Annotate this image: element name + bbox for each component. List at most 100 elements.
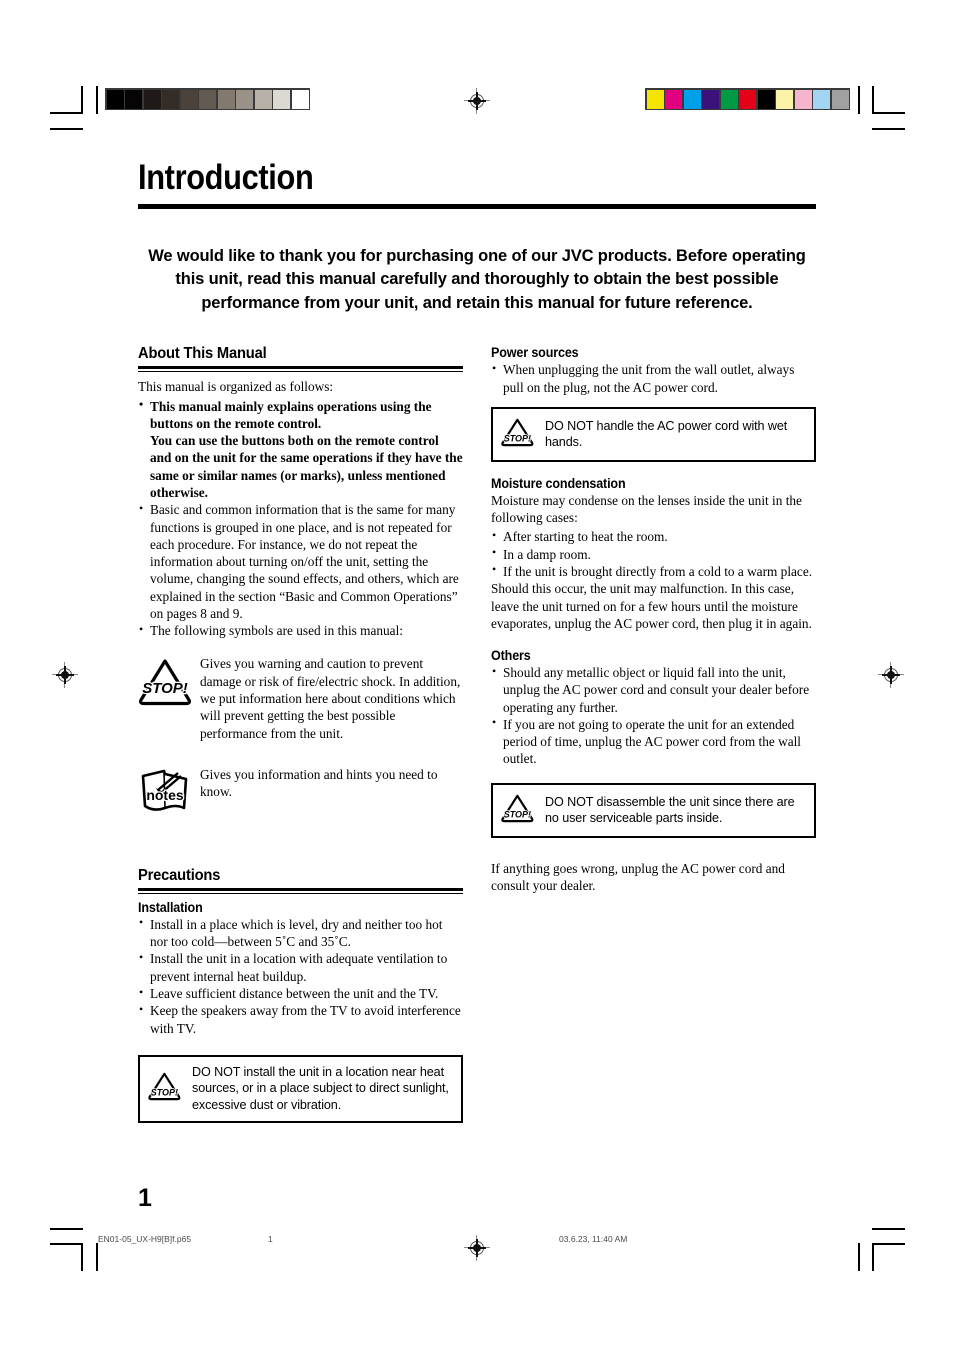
grayscale-patch-3 xyxy=(162,89,179,109)
moisture-bullet-list: After starting to heat the room. In a da… xyxy=(491,528,816,580)
list-item: Install in a place which is level, dry a… xyxy=(138,915,463,951)
stop-warning-icon: STOP! xyxy=(146,1070,192,1107)
color-patch-6 xyxy=(757,89,775,109)
lead-paragraph: We would like to thank you for purchasin… xyxy=(148,247,806,312)
color-patch-9 xyxy=(813,89,830,109)
about-this-manual-heading: About This Manual xyxy=(138,345,267,363)
page-title: Introduction xyxy=(138,158,314,197)
precautions-heading: Precautions xyxy=(138,866,221,884)
installation-subheading: Installation xyxy=(138,899,203,915)
page-number: 1 xyxy=(138,1184,152,1212)
stop-warning-icon: STOP! xyxy=(499,792,545,829)
list-item: Basic and common information that is the… xyxy=(138,501,463,622)
registration-target-icon-left xyxy=(52,662,78,688)
footer-filename: EN01-05_UX-H9[B]f.p65 xyxy=(98,1234,192,1244)
grayscale-patch-4 xyxy=(180,89,198,109)
svg-text:STOP!: STOP! xyxy=(142,680,188,697)
two-column-layout: About This Manual This manual is organiz… xyxy=(138,345,816,1123)
registration-target-icon-right xyxy=(878,662,904,688)
list-item: Leave sufficient distance between the un… xyxy=(138,985,463,1002)
title-rule xyxy=(138,204,816,209)
crop-mark-bottom-right-vertical xyxy=(872,1243,874,1271)
closing-text: If anything goes wrong, unplug the AC po… xyxy=(491,860,785,894)
svg-text:STOP!: STOP! xyxy=(504,809,531,819)
others-bullet-list: Should any metallic object or liquid fal… xyxy=(491,664,816,768)
list-item: If the unit is brought directly from a c… xyxy=(491,562,816,580)
moisture-intro-text: Moisture may condense on the lenses insi… xyxy=(491,492,802,526)
others-subheading: Others xyxy=(491,648,531,664)
crop-mark-top-left-horizontal xyxy=(50,112,83,114)
crop-mark-bottom-right-horizontal xyxy=(872,1243,905,1245)
color-patch-3 xyxy=(702,89,719,109)
list-item: Should any metallic object or liquid fal… xyxy=(491,664,816,716)
caution-box-others: STOP! DO NOT disassemble the unit since … xyxy=(491,782,816,838)
color-patch-8 xyxy=(794,89,812,109)
grayscale-patch-7 xyxy=(236,89,253,109)
color-calibration-strip xyxy=(645,88,850,110)
notes-icon: notes xyxy=(138,764,200,823)
symbol-legend-notes: notes Gives you information and hints yo… xyxy=(138,764,463,823)
svg-text:STOP!: STOP! xyxy=(151,1088,178,1098)
grayscale-patch-0 xyxy=(106,89,124,109)
grayscale-patch-2 xyxy=(143,89,161,109)
color-patch-10 xyxy=(831,89,849,109)
color-patch-5 xyxy=(739,89,756,109)
caution-box-others-text: DO NOT disassemble the unit since there … xyxy=(545,794,795,826)
grayscale-patch-5 xyxy=(199,89,216,109)
installation-bullet-list: Install in a place which is level, dry a… xyxy=(138,915,463,1037)
moisture-condensation-subheading: Moisture condensation xyxy=(491,475,626,491)
registration-target-icon-top xyxy=(464,88,490,114)
about-bullet-list: This manual mainly explains operations u… xyxy=(138,397,463,640)
power-sources-bullet-list: When unplugging the unit from the wall o… xyxy=(491,361,816,396)
grayscale-calibration-strip xyxy=(105,88,310,110)
list-item: When unplugging the unit from the wall o… xyxy=(491,361,816,396)
svg-text:STOP!: STOP! xyxy=(504,433,531,443)
crop-mark-bottom-right-bleed xyxy=(872,1228,905,1230)
caution-box-installation-text: DO NOT install the unit in a location ne… xyxy=(192,1064,449,1113)
left-column: About This Manual This manual is organiz… xyxy=(138,345,463,1123)
footer-timestamp: 03.6.23, 11:40 AM xyxy=(559,1234,628,1244)
crop-mark-top-right-bleed xyxy=(872,128,905,130)
crop-mark-bottom-left-horizontal xyxy=(50,1243,83,1245)
svg-text:notes: notes xyxy=(146,787,184,803)
crop-mark-top-left-vertical xyxy=(81,86,83,114)
crop-mark-top-right-inner-vertical xyxy=(872,86,874,114)
crop-mark-top-left-bleed xyxy=(50,128,83,130)
caution-box-power-sources-text: DO NOT handle the AC power cord with wet… xyxy=(545,418,788,450)
page-content: Introduction We would like to thank you … xyxy=(138,160,816,1123)
crop-mark-top-right-vertical xyxy=(858,86,860,114)
grayscale-patch-1 xyxy=(125,89,142,109)
list-item: If you are not going to operate the unit… xyxy=(491,715,816,768)
list-item: This manual mainly explains operations u… xyxy=(138,397,463,502)
color-patch-4 xyxy=(720,89,738,109)
symbol-legend-stop-text: Gives you warning and caution to prevent… xyxy=(200,656,461,741)
moisture-outro-text: Should this occur, the unit may malfunct… xyxy=(491,581,812,631)
crop-mark-top-right-horizontal xyxy=(872,112,905,114)
symbol-legend-stop: STOP! Gives you warning and caution to p… xyxy=(138,653,463,741)
stop-warning-icon: STOP! xyxy=(499,416,545,453)
caution-box-installation: STOP! DO NOT install the unit in a locat… xyxy=(138,1054,463,1123)
grayscale-patch-10 xyxy=(291,89,309,109)
registration-target-icon-bottom xyxy=(464,1235,490,1261)
stop-warning-icon: STOP! xyxy=(138,653,200,712)
crop-mark-bottom-right-inner xyxy=(858,1243,860,1271)
list-item: Keep the speakers away from the TV to av… xyxy=(138,1002,463,1037)
color-patch-2 xyxy=(683,89,701,109)
right-column: Power sources When unplugging the unit f… xyxy=(491,345,816,1122)
crop-mark-bottom-left-vertical xyxy=(81,1243,83,1271)
color-patch-0 xyxy=(646,89,664,109)
color-patch-1 xyxy=(665,89,682,109)
grayscale-patch-6 xyxy=(217,89,235,109)
crop-mark-bottom-left-inner xyxy=(96,1243,98,1271)
symbol-legend-notes-text: Gives you information and hints you need… xyxy=(200,766,438,800)
crop-mark-top-left-inner xyxy=(96,86,98,114)
list-item: In a damp room. xyxy=(491,545,816,563)
color-patch-7 xyxy=(776,89,793,109)
list-item: The following symbols are used in this m… xyxy=(138,622,463,639)
footer-page-label: 1 xyxy=(268,1234,273,1244)
list-item: After starting to heat the room. xyxy=(491,528,816,545)
grayscale-patch-8 xyxy=(254,89,272,109)
about-intro-text: This manual is organized as follows: xyxy=(138,379,334,395)
caution-box-power-sources: STOP! DO NOT handle the AC power cord wi… xyxy=(491,406,816,462)
grayscale-patch-9 xyxy=(273,89,290,109)
